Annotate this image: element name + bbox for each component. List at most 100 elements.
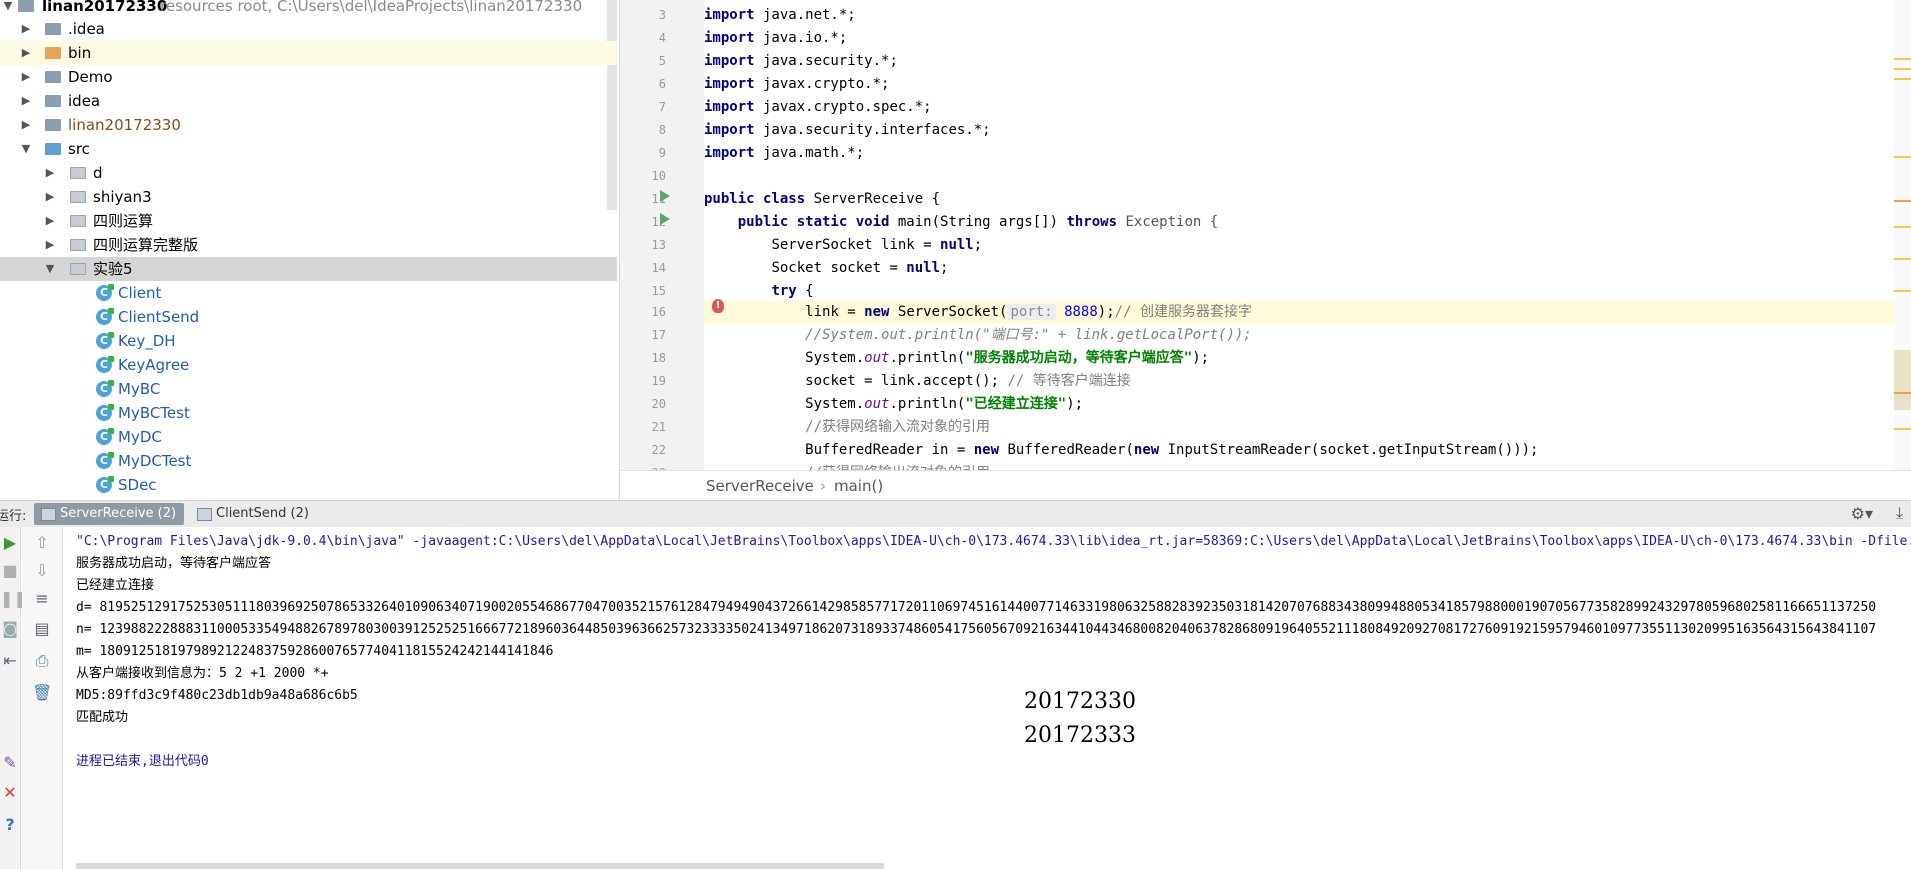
- chevron-right-icon[interactable]: ▶: [44, 185, 56, 209]
- student-id: 20172330: [1024, 689, 1136, 714]
- scroll-to-end-icon[interactable]: ▤: [32, 619, 52, 639]
- tree-item-label: d: [93, 164, 103, 182]
- code-line[interactable]: ServerSocket link = null;: [704, 234, 982, 257]
- up-arrow-icon[interactable]: ⇧: [32, 533, 52, 553]
- tree-item-shiyan3[interactable]: ▶ shiyan3: [0, 185, 617, 209]
- package-icon: [70, 215, 86, 227]
- chevron-right-icon[interactable]: ▶: [44, 161, 56, 185]
- chevron-right-icon[interactable]: ▶: [20, 113, 32, 137]
- tree-item-src[interactable]: ▼ src: [0, 137, 617, 161]
- console-icon: [197, 508, 212, 521]
- code-line[interactable]: import java.security.*;: [704, 50, 898, 73]
- console-line: 服务器成功启动，等待客户端应答: [76, 556, 272, 571]
- line-number: 20: [651, 397, 666, 411]
- source-folder-icon: [45, 143, 61, 155]
- close-icon[interactable]: ✕: [0, 783, 20, 803]
- trash-icon[interactable]: 🗑: [32, 683, 52, 703]
- chevron-right-icon[interactable]: ▶: [20, 41, 32, 65]
- line-number: 13: [651, 238, 666, 252]
- pin-icon[interactable]: ✎: [0, 753, 20, 773]
- code-line[interactable]: import java.io.*;: [704, 27, 847, 50]
- tree-item-bin[interactable]: ▶ bin: [0, 41, 617, 65]
- chevron-right-icon[interactable]: ▶: [44, 233, 56, 257]
- tree-item-class[interactable]: C SDec: [0, 473, 617, 497]
- code-line[interactable]: BufferedReader in = new BufferedReader(n…: [704, 439, 1538, 462]
- print-icon[interactable]: ⎙: [32, 651, 52, 671]
- help-icon[interactable]: ?: [0, 815, 20, 835]
- tree-item-class[interactable]: C MyDC: [0, 425, 617, 449]
- breadcrumb: ServerReceive › main(): [620, 470, 1911, 500]
- console-line: 已经建立连接: [76, 578, 155, 593]
- code-line[interactable]: //System.out.println("端口号:" + link.getLo…: [704, 324, 1252, 347]
- tree-item-sizeyunsuan[interactable]: ▶ 四则运算: [0, 209, 617, 233]
- code-line[interactable]: public class ServerReceive {: [704, 188, 940, 211]
- restore-layout-icon[interactable]: ⇤: [0, 651, 20, 671]
- tree-item-class[interactable]: C KeyAgree: [0, 353, 617, 377]
- tree-item-d[interactable]: ▶ d: [0, 161, 617, 185]
- line-number: 17: [651, 328, 666, 342]
- run-class-icon[interactable]: [660, 190, 670, 202]
- code-line[interactable]: public static void main(String args[]) t…: [704, 211, 1218, 234]
- package-icon: [70, 263, 86, 275]
- code-line[interactable]: import javax.crypto.*;: [704, 73, 889, 96]
- code-line[interactable]: Socket socket = null;: [704, 257, 948, 280]
- chevron-down-icon[interactable]: ▼: [44, 257, 56, 281]
- hide-icon[interactable]: ⤓: [1896, 503, 1903, 523]
- line-number: 7: [658, 100, 666, 114]
- tree-item-class[interactable]: C Key_DH: [0, 329, 617, 353]
- tab-label: ServerReceive (2): [60, 506, 177, 521]
- camera-icon[interactable]: ◙: [0, 619, 20, 639]
- code-line[interactable]: link = new ServerSocket(port: 8888);// 创…: [704, 301, 1252, 324]
- code-line[interactable]: import java.security.interfaces.*;: [704, 119, 991, 142]
- soft-wrap-icon[interactable]: ≡: [32, 589, 52, 609]
- code-line[interactable]: import java.net.*;: [704, 4, 856, 27]
- line-number: 3: [658, 8, 666, 22]
- tree-item-label: bin: [68, 44, 92, 62]
- line-number: 22: [651, 443, 666, 457]
- code-editor[interactable]: 34567891011121314151617181920212223 impo…: [619, 0, 1911, 500]
- tree-item-label: ClientSend: [118, 308, 200, 326]
- lightbulb-icon[interactable]: !: [712, 299, 724, 313]
- tree-item-idea-folder[interactable]: ▶ idea: [0, 89, 617, 113]
- rerun-icon[interactable]: ▶: [0, 533, 20, 553]
- code-line[interactable]: System.out.println("服务器成功启动，等待客户端应答");: [704, 347, 1209, 370]
- pause-icon[interactable]: ❚❚: [0, 589, 27, 609]
- chevron-right-icon[interactable]: ▶: [20, 17, 32, 41]
- tree-item-idea[interactable]: ▶ .idea: [0, 17, 617, 41]
- tab-clientsend[interactable]: ClientSend (2): [190, 503, 317, 525]
- line-number: 8: [658, 123, 666, 137]
- chevron-right-icon[interactable]: ▶: [20, 65, 32, 89]
- code-line[interactable]: System.out.println("已经建立连接");: [704, 393, 1083, 416]
- code-line[interactable]: import javax.crypto.spec.*;: [704, 96, 932, 119]
- line-number: 10: [651, 169, 666, 183]
- line-number: 14: [651, 261, 666, 275]
- chevron-down-icon[interactable]: ▼: [20, 137, 32, 161]
- console-output[interactable]: "C:\Program Files\Java\jdk-9.0.4\bin\jav…: [76, 527, 1911, 869]
- run-method-icon[interactable]: [660, 213, 670, 225]
- chevron-right-icon[interactable]: ▶: [44, 209, 56, 233]
- settings-gear-icon[interactable]: ⚙▾: [1851, 504, 1873, 523]
- tree-item-sizeyunsuan-full[interactable]: ▶ 四则运算完整版: [0, 233, 617, 257]
- chevron-down-icon[interactable]: ▼: [2, 0, 14, 18]
- tree-item-class[interactable]: C MyDCTest: [0, 449, 617, 473]
- tree-item-class[interactable]: C MyBC: [0, 377, 617, 401]
- tree-item-class[interactable]: C Client: [0, 281, 617, 305]
- tree-item-root[interactable]: ▼ linan20172330 resources root, C:\Users…: [0, 0, 617, 18]
- tree-item-linan[interactable]: ▶ linan20172330: [0, 113, 617, 137]
- tab-serverreceive[interactable]: ServerReceive (2): [34, 503, 185, 525]
- tree-item-class[interactable]: C MyBCTest: [0, 401, 617, 425]
- tree-item-class[interactable]: C ClientSend: [0, 305, 617, 329]
- horizontal-scrollbar[interactable]: [76, 863, 884, 869]
- console-line: 进程已结束,退出代码0: [76, 754, 209, 769]
- tree-item-shiyan5[interactable]: ▼ 实验5: [0, 257, 617, 281]
- code-line[interactable]: //获得网络输入流对象的引用: [704, 416, 990, 439]
- chevron-right-icon[interactable]: ▶: [20, 89, 32, 113]
- tree-item-demo[interactable]: ▶ Demo: [0, 65, 617, 89]
- breadcrumb-method[interactable]: main(): [834, 471, 883, 500]
- code-line[interactable]: import java.math.*;: [704, 142, 864, 165]
- error-stripe[interactable]: [1894, 0, 1911, 470]
- down-arrow-icon[interactable]: ⇩: [32, 561, 52, 581]
- stop-icon[interactable]: ■: [0, 561, 20, 581]
- breadcrumb-class[interactable]: ServerReceive: [706, 471, 814, 500]
- code-line[interactable]: socket = link.accept(); // 等待客户端连接: [704, 370, 1131, 393]
